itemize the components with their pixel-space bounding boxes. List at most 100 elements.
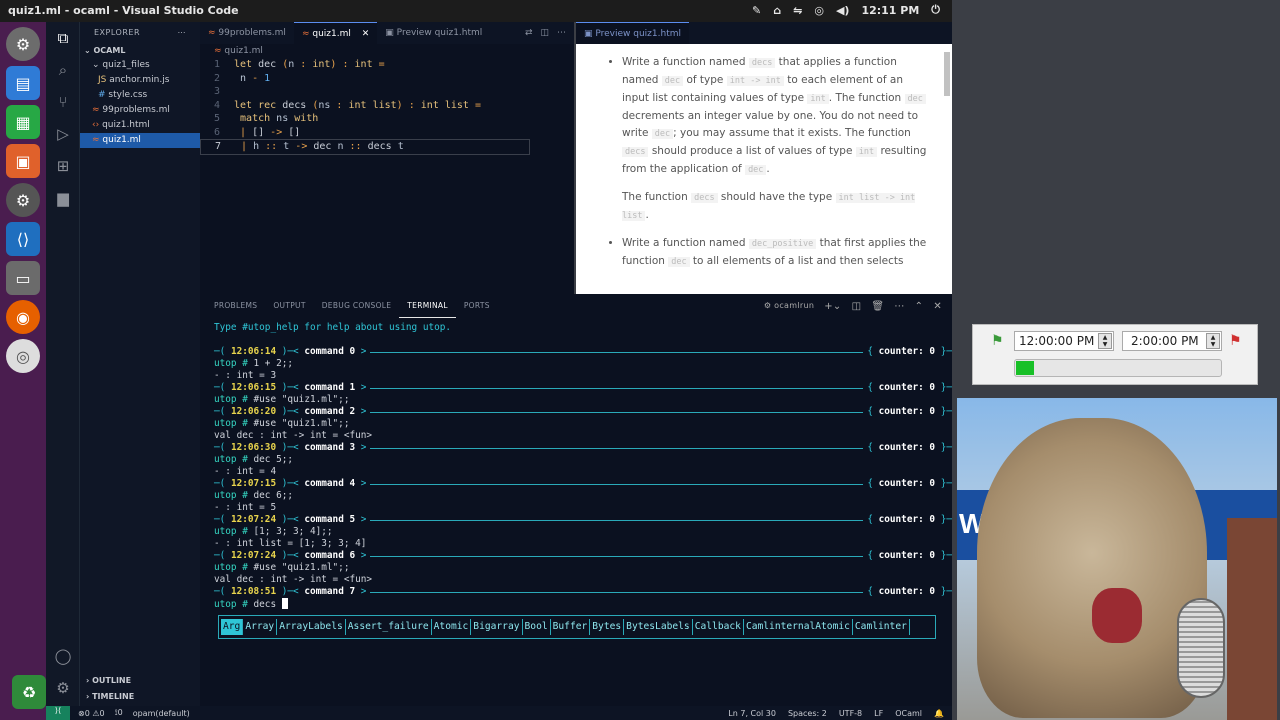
kill-terminal-icon[interactable]: 🗑 xyxy=(871,301,884,312)
split-editor-icon[interactable]: ◫ xyxy=(540,28,549,38)
network-icon[interactable]: ◎ xyxy=(814,4,824,17)
ports-count[interactable]: ⟟0 xyxy=(105,708,123,718)
settings-app-icon[interactable]: ⚙ xyxy=(6,27,40,61)
clock[interactable]: 12:11 PM xyxy=(861,4,919,17)
compare-icon[interactable]: ⇄ xyxy=(525,28,533,38)
end-time-field[interactable]: 2:00:00 PM ▲ ▼ xyxy=(1122,331,1222,351)
new-terminal-icon[interactable]: +⌄ xyxy=(824,301,841,312)
impress-app-icon[interactable]: ▣ xyxy=(6,144,40,178)
start-time-field[interactable]: 12:00:00 PM ▲ ▼ xyxy=(1014,331,1114,351)
utop-output-line: - : int = 3 xyxy=(214,370,952,382)
notifications-icon[interactable]: 🔔 xyxy=(934,709,944,718)
more-actions-icon[interactable]: ⋯ xyxy=(557,28,566,38)
encoding[interactable]: UTF-8 xyxy=(839,709,862,718)
tab-debug-console[interactable]: DEBUG CONSOLE xyxy=(314,294,400,318)
utop-prompt: utop # xyxy=(214,562,254,573)
vscode-app-icon[interactable]: ⟨⟩ xyxy=(6,222,40,256)
system-tray[interactable]: ✎ ⌂ ⇋ ◎ ◀) 12:11 PM ⏻ xyxy=(752,3,940,17)
completion-item[interactable]: Bigarray xyxy=(471,619,523,635)
run-debug-icon[interactable]: ▷ xyxy=(46,118,80,150)
remote-icon[interactable]: ⟩⟨ xyxy=(46,706,70,720)
firefox-app-icon[interactable]: ◉ xyxy=(6,300,40,334)
completion-item[interactable]: Camlinter xyxy=(853,619,910,635)
trash-icon[interactable]: ♻ xyxy=(12,675,46,709)
completion-item[interactable]: Callback xyxy=(693,619,744,635)
close-icon[interactable]: ✕ xyxy=(362,29,370,39)
terminal-output[interactable]: Type #utop_help for help about using uto… xyxy=(200,318,952,610)
command-counter: counter: 0 xyxy=(878,442,936,453)
line-ending[interactable]: LF xyxy=(874,709,883,718)
folder-root[interactable]: ⌄ OCAML xyxy=(80,43,200,58)
share-icon[interactable]: ⇋ xyxy=(793,4,802,17)
account-icon[interactable]: ◯ xyxy=(46,640,80,672)
tab-terminal[interactable]: TERMINAL xyxy=(399,294,456,318)
ocaml-icon[interactable]: ▆ xyxy=(46,182,80,214)
tab-quiz1-ml[interactable]: ≈ quiz1.ml ✕ xyxy=(293,22,378,44)
tab-preview-quiz1[interactable]: ▣ Preview quiz1.html xyxy=(576,22,689,44)
pen-icon[interactable]: ✎ xyxy=(752,4,761,17)
utop-prompt: utop # xyxy=(214,599,254,610)
opam-switch[interactable]: opam(default) xyxy=(123,709,190,718)
power-icon[interactable]: ⏻ xyxy=(931,3,940,17)
completion-item[interactable]: Bytes xyxy=(590,619,625,635)
tab-problems[interactable]: PROBLEMS xyxy=(200,294,265,318)
language-mode[interactable]: OCaml xyxy=(895,709,922,718)
file-style-css[interactable]: # style.css xyxy=(80,88,200,103)
completion-item[interactable]: ArrayLabels xyxy=(277,619,346,635)
tab-output[interactable]: OUTPUT xyxy=(265,294,313,318)
source-control-icon[interactable]: ⑂ xyxy=(46,86,80,118)
explorer-icon[interactable]: ⧉ xyxy=(46,22,80,54)
system-settings-icon[interactable]: ⚙ xyxy=(6,183,40,217)
file-99problems-ml[interactable]: ≈ 99problems.ml xyxy=(80,103,200,118)
files-app-icon[interactable]: ▭ xyxy=(6,261,40,295)
tab-99problems[interactable]: ≈ 99problems.ml xyxy=(200,22,294,44)
microphone-icon xyxy=(1177,598,1225,698)
maximize-panel-icon[interactable]: ⌃ xyxy=(915,301,924,312)
problems-count[interactable]: ⊗0 ⚠0 xyxy=(70,709,105,718)
volume-icon[interactable]: ◀) xyxy=(836,4,850,17)
indent-setting[interactable]: Spaces: 2 xyxy=(788,709,827,718)
folder-quiz1-files[interactable]: ⌄ quiz1_files xyxy=(80,58,200,73)
completion-item[interactable]: Array xyxy=(243,619,278,635)
more-icon[interactable]: ⋯ xyxy=(894,301,904,312)
completion-item[interactable]: Atomic xyxy=(432,619,472,635)
window-title: quiz1.ml - ocaml - Visual Studio Code xyxy=(8,4,239,17)
file-quiz1-html[interactable]: ‹› quiz1.html xyxy=(80,118,200,133)
file-anchor-js[interactable]: JS anchor.min.js xyxy=(80,73,200,88)
more-icon[interactable]: ⋯ xyxy=(178,28,187,37)
split-terminal-icon[interactable]: ◫ xyxy=(852,301,862,312)
timeline-section[interactable]: › TIMELINE xyxy=(80,692,200,701)
cursor-position[interactable]: Ln 7, Col 30 xyxy=(728,709,776,718)
completion-item[interactable]: Buffer xyxy=(551,619,591,635)
file-quiz1-ml[interactable]: ≈ quiz1.ml xyxy=(80,133,200,148)
command-header: ─( 12:08:51 )─< command 7 >{ counter: 0 … xyxy=(214,586,952,597)
completion-item[interactable]: Arg xyxy=(221,619,244,635)
end-time-spinner[interactable]: ▲ ▼ xyxy=(1206,333,1220,349)
extensions-icon[interactable]: ⊞ xyxy=(46,150,80,182)
command-time: 12:08:51 xyxy=(230,586,277,597)
command-counter: counter: 0 xyxy=(878,478,936,489)
search-icon[interactable]: ⌕ xyxy=(46,54,80,86)
close-panel-icon[interactable]: ✕ xyxy=(933,301,942,312)
writer-app-icon[interactable]: ▤ xyxy=(6,66,40,100)
notification-icon[interactable]: ⌂ xyxy=(773,4,781,17)
manage-gear-icon[interactable]: ⚙ xyxy=(46,672,80,704)
command-counter: counter: 0 xyxy=(878,586,936,597)
calc-app-icon[interactable]: ▦ xyxy=(6,105,40,139)
start-time-spinner[interactable]: ▲ ▼ xyxy=(1098,333,1112,349)
disc-app-icon[interactable]: ◎ xyxy=(6,339,40,373)
tab-ports[interactable]: PORTS xyxy=(456,294,498,318)
completion-item[interactable]: BytesLabels xyxy=(624,619,693,635)
completion-item[interactable]: Assert_failure xyxy=(346,619,432,635)
tab-preview[interactable]: ▣ Preview quiz1.html xyxy=(377,22,490,44)
utop-input-line: utop # 1 + 2;; xyxy=(214,358,952,370)
code-lines[interactable]: 1 let dec (n : int) : int = 2 n - 1 3 4 le… xyxy=(200,58,574,155)
preview-scrollbar[interactable] xyxy=(944,52,950,96)
outline-section[interactable]: › OUTLINE xyxy=(80,676,200,685)
preview-body[interactable]: Write a function named decs that applies… xyxy=(576,44,952,271)
completion-item[interactable]: Bool xyxy=(523,619,551,635)
terminal-shell-label[interactable]: ⚙ ocamlrun xyxy=(764,301,814,312)
command-header: ─( 12:06:14 )─< command 0 >{ counter: 0 … xyxy=(214,346,952,357)
completion-item[interactable]: CamlinternalAtomic xyxy=(744,619,853,635)
breadcrumb[interactable]: ≈ quiz1.ml xyxy=(200,44,574,58)
